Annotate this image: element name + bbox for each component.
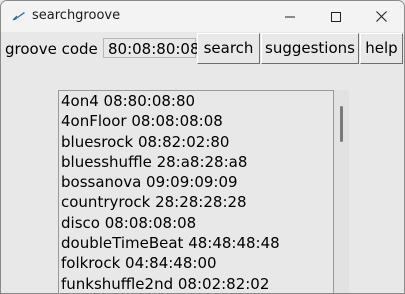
maximize-icon bbox=[331, 11, 341, 22]
list-item[interactable]: countryrock 28:28:28:28 bbox=[59, 192, 333, 212]
content-area: 4on4 08:80:08:80 4onFloor 08:08:08:08 bl… bbox=[1, 66, 404, 293]
close-icon bbox=[375, 11, 387, 22]
groove-code-input[interactable]: 80:08:80:08 bbox=[103, 38, 200, 58]
groove-listbox[interactable]: 4on4 08:80:08:80 4onFloor 08:08:08:08 bl… bbox=[58, 90, 334, 293]
toolbar: groove code 80:08:80:08 search suggestio… bbox=[1, 32, 404, 66]
minimize-button[interactable] bbox=[267, 1, 313, 32]
search-button[interactable]: search bbox=[197, 33, 260, 64]
minimize-icon bbox=[285, 16, 295, 17]
suggestions-button[interactable]: suggestions bbox=[261, 33, 359, 64]
maximize-button[interactable] bbox=[313, 1, 359, 32]
app-window: searchgroove groove code 80:08:80:08 sea… bbox=[0, 0, 405, 294]
list-item[interactable]: bossanova 09:09:09:09 bbox=[59, 172, 333, 192]
close-button[interactable] bbox=[358, 1, 404, 32]
list-item[interactable]: funkshuffle2nd 08:02:82:02 bbox=[59, 274, 333, 293]
title-bar[interactable]: searchgroove bbox=[1, 1, 404, 32]
list-item[interactable]: folkrock 04:84:48:00 bbox=[59, 253, 333, 273]
window-title: searchgroove bbox=[32, 8, 121, 23]
list-item[interactable]: disco 08:08:08:08 bbox=[59, 213, 333, 233]
list-item[interactable]: 4onFloor 08:08:08:08 bbox=[59, 111, 333, 131]
list-item[interactable]: bluesshuffle 28:a8:28:a8 bbox=[59, 152, 333, 172]
list-item[interactable]: 4on4 08:80:08:80 bbox=[59, 91, 333, 111]
groove-code-label: groove code bbox=[5, 40, 98, 58]
list-item[interactable]: doubleTimeBeat 48:48:48:48 bbox=[59, 233, 333, 253]
list-scrollbar[interactable] bbox=[334, 90, 349, 293]
help-button[interactable]: help bbox=[360, 33, 403, 64]
scrollbar-thumb[interactable] bbox=[340, 106, 343, 142]
list-item[interactable]: bluesrock 08:82:02:80 bbox=[59, 132, 333, 152]
feather-icon bbox=[12, 12, 25, 21]
